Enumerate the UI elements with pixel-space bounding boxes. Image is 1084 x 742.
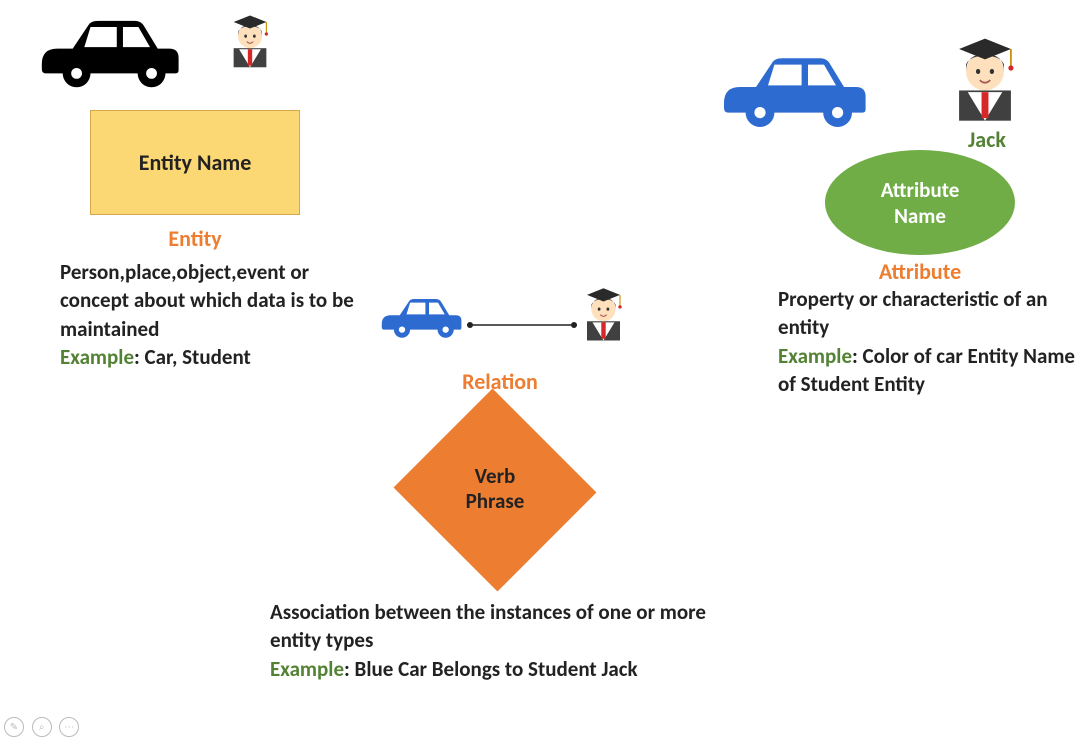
attribute-shape: AttributeName: [825, 150, 1015, 255]
attribute-example-label: Example: [778, 343, 852, 369]
car-black-icon: [30, 10, 185, 100]
zoom-icon[interactable]: ⌕: [32, 717, 52, 737]
relation-example-label: Example: [270, 656, 344, 682]
relation-desc: Association between the instances of one…: [270, 599, 706, 653]
relation-shape-label: VerbPhrase: [395, 464, 595, 514]
entity-title: Entity: [90, 225, 300, 252]
jack-label: Jack: [968, 126, 1006, 153]
relation-title: Relation: [420, 368, 580, 395]
toolbar: ✎ ⌕ ⋯: [4, 716, 83, 737]
attribute-shape-label: AttributeName: [881, 177, 960, 229]
attribute-desc-block: Property or characteristic of an entity …: [778, 285, 1078, 398]
entity-desc: Person,place,object,event or concept abo…: [60, 259, 354, 342]
student-small-icon: [576, 282, 631, 349]
entity-example-label: Example: [60, 344, 134, 370]
toolbar-icon-1[interactable]: ✎: [4, 717, 24, 737]
attribute-title: Attribute: [825, 258, 1015, 285]
more-icon[interactable]: ⋯: [59, 717, 79, 737]
car-blue-small-icon: [375, 290, 465, 350]
entity-shape-label: Entity Name: [139, 149, 252, 176]
entity-desc-block: Person,place,object,event or concept abo…: [60, 258, 360, 371]
relation-example-text: : Blue Car Belongs to Student Jack: [344, 656, 638, 682]
attribute-desc: Property or characteristic of an entity: [778, 286, 1048, 340]
student-icon: [220, 10, 280, 75]
relation-line: [467, 316, 577, 335]
entity-shape: Entity Name: [90, 110, 300, 215]
student-jack-icon: [940, 30, 1030, 130]
relation-shape: VerbPhrase: [395, 420, 595, 560]
car-blue-icon: [712, 46, 872, 141]
relation-desc-block: Association between the instances of one…: [270, 598, 750, 683]
entity-example-text: : Car, Student: [134, 344, 251, 370]
